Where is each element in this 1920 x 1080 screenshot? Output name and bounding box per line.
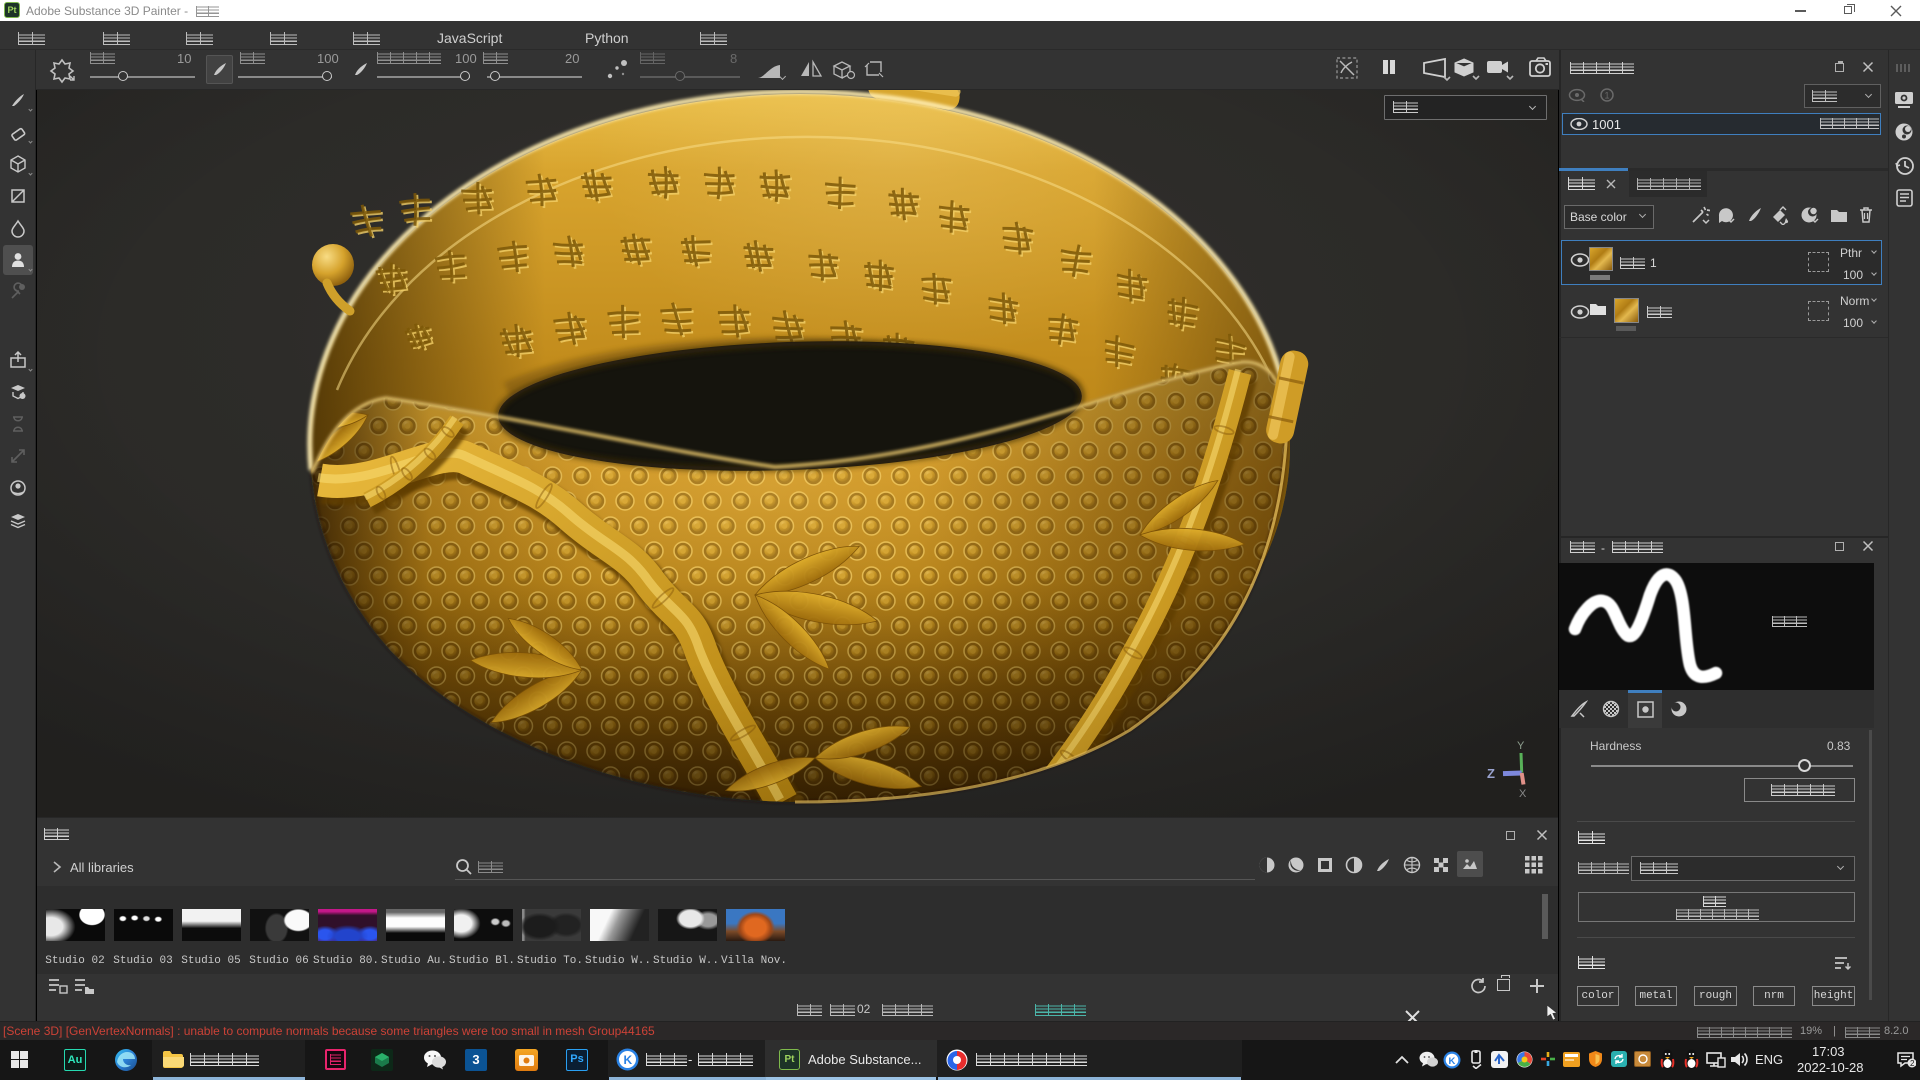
svg-text:1: 1 [1605, 91, 1610, 101]
svg-text:Z: Z [1487, 766, 1495, 781]
svg-text:K: K [624, 1053, 633, 1067]
svg-text:Y: Y [1517, 740, 1525, 752]
svg-text:K: K [1449, 1056, 1456, 1067]
svg-text:X: X [1519, 788, 1527, 800]
svg-text:2: 2 [1910, 1059, 1915, 1068]
